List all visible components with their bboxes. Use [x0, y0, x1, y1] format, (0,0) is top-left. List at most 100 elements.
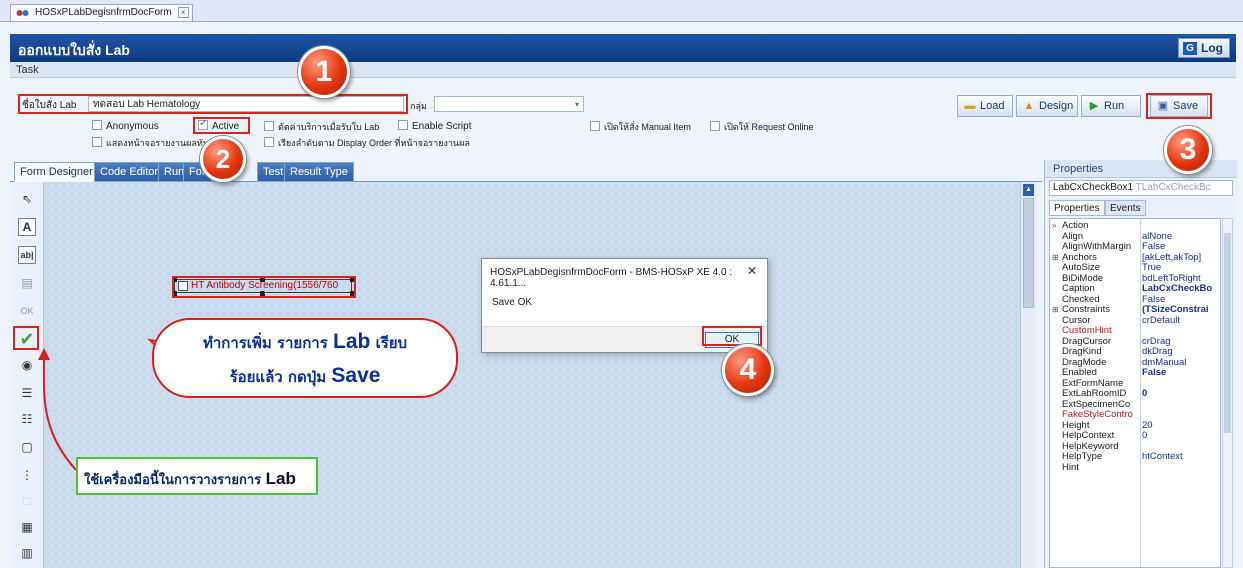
run-button[interactable]: ▶ Run — [1081, 95, 1141, 117]
property-value[interactable]: LabCxCheckBo — [1142, 284, 1220, 295]
scroll-up-icon[interactable]: ▲ — [1023, 184, 1034, 196]
show-report-checkbox[interactable]: แสดงหน้าจอรายงานผลทันที — [92, 136, 215, 150]
property-value[interactable]: 0 — [1142, 389, 1220, 400]
canvas-scrollbar[interactable]: ▲ — [1020, 182, 1036, 568]
property-name: Cursor — [1062, 315, 1091, 326]
property-row[interactable]: BiDiMode bdLeftToRight — [1050, 274, 1220, 285]
property-grid-scrollbar[interactable] — [1222, 218, 1233, 568]
property-value[interactable]: False — [1142, 368, 1220, 379]
design-icon: ▲ — [1023, 100, 1035, 112]
group-select[interactable]: ▾ — [434, 96, 584, 112]
property-row[interactable]: Align alNone — [1050, 232, 1220, 243]
radio-tool-icon[interactable]: ◉ — [18, 356, 36, 374]
edit-tool-icon[interactable]: ab| — [18, 246, 36, 264]
property-value[interactable]: False — [1142, 242, 1220, 253]
checkbox-label: เรียงลำดับตาม Display Order ที่หน้าจอราย… — [278, 138, 470, 148]
expand-icon[interactable]: ⊞ — [1052, 253, 1060, 264]
anonymous-checkbox[interactable]: Anonymous — [92, 120, 159, 132]
property-grid[interactable]: » Action Align alNone AlignWithMargin False ⊞ A… — [1049, 218, 1221, 568]
property-value[interactable]: dkDrag — [1142, 347, 1220, 358]
enable-script-checkbox[interactable]: Enable Script — [398, 120, 471, 132]
expand-icon[interactable]: » — [1052, 221, 1060, 232]
tab-properties[interactable]: Properties — [1049, 200, 1105, 216]
request-online-checkbox[interactable]: เปิดให้ Request Online — [710, 120, 814, 134]
tab-events[interactable]: Events — [1105, 200, 1146, 216]
property-name: Action — [1062, 221, 1089, 231]
display-order-checkbox[interactable]: เรียงลำดับตาม Display Order ที่หน้าจอราย… — [264, 136, 470, 150]
property-row[interactable]: ⊞ Constraints (TSizeConstrai — [1050, 305, 1220, 316]
property-row[interactable]: DragMode dmManual — [1050, 358, 1220, 369]
property-value[interactable]: crDrag — [1142, 337, 1220, 348]
document-tab[interactable]: HOSxPLabDegisnfrmDocForm × — [10, 4, 193, 21]
close-tab-icon[interactable]: × — [177, 7, 189, 18]
property-value[interactable]: alNone — [1142, 232, 1220, 243]
property-value[interactable]: dmManual — [1142, 358, 1220, 369]
tab-form-designer[interactable]: Form Designer — [14, 162, 99, 182]
property-row[interactable]: Cursor crDefault — [1050, 315, 1220, 327]
tab-result-type[interactable]: Result Type — [284, 162, 354, 182]
property-row[interactable]: Hint — [1050, 463, 1220, 474]
scroll-thumb[interactable] — [1023, 198, 1034, 308]
property-row[interactable]: AutoSize True — [1050, 263, 1220, 274]
label-tool-icon[interactable]: A — [18, 218, 36, 236]
property-value[interactable]: htContext — [1142, 452, 1220, 463]
property-name: DragCursor — [1062, 336, 1112, 347]
property-row[interactable]: FakeStyleContro — [1050, 410, 1220, 421]
tool-note: ใช้เครื่องมือนี้ในการวางรายการ Lab — [76, 457, 318, 495]
close-icon[interactable]: ✕ — [747, 264, 757, 278]
pointer-icon[interactable]: ⇖ — [18, 190, 36, 208]
property-value[interactable]: 0 — [1142, 431, 1220, 442]
property-row[interactable]: HelpKeyword — [1050, 442, 1220, 453]
property-name: AutoSize — [1062, 263, 1101, 273]
load-button[interactable]: ▬ Load — [957, 95, 1013, 117]
property-row[interactable]: » Action — [1050, 221, 1220, 232]
property-row[interactable]: Checked False — [1050, 295, 1220, 306]
property-row[interactable]: ExtFormName — [1050, 379, 1220, 390]
property-row[interactable]: AlignWithMargin False — [1050, 242, 1220, 253]
grid-tool-icon[interactable]: ▦ — [18, 518, 36, 536]
property-row[interactable]: ExtLabRoomID 0 — [1050, 389, 1220, 400]
panel-tool-icon[interactable]: ▢ — [18, 438, 36, 456]
property-row[interactable]: DragCursor crDrag — [1050, 336, 1220, 348]
log-icon: G — [1183, 42, 1197, 55]
property-value[interactable]: bdLeftToRight — [1142, 274, 1220, 285]
callout-lab-word: Lab — [333, 330, 371, 353]
property-row[interactable]: HelpType htContext — [1050, 452, 1220, 463]
property-value[interactable]: [akLeft,akTop] — [1142, 253, 1220, 264]
property-value[interactable]: False — [1142, 295, 1220, 306]
image-tool-icon[interactable]: □ — [18, 492, 36, 510]
property-row[interactable]: CustomHint — [1050, 326, 1220, 337]
scroll-thumb[interactable] — [1224, 233, 1231, 433]
checkbox-label: เปิดให้ Request Online — [724, 122, 814, 132]
group-tool-icon[interactable]: ⋮ — [18, 466, 36, 484]
tool-note-prefix: ใช้เครื่องมือนี้ในการวางรายการ — [84, 473, 266, 488]
property-value[interactable]: (TSizeConstrai — [1142, 305, 1220, 316]
task-bar: Task — [10, 62, 1236, 78]
property-value[interactable]: 20 — [1142, 421, 1220, 432]
property-row[interactable]: ExtSpecimenCo — [1050, 400, 1220, 411]
listbox-tool-icon[interactable]: ☰ — [18, 384, 36, 402]
property-row[interactable]: Caption LabCxCheckBo — [1050, 284, 1220, 295]
property-value[interactable]: True — [1142, 263, 1220, 274]
tool-note-lab-word: Lab — [265, 469, 296, 488]
manual-item-checkbox[interactable]: เปิดให้สั่ง Manual Item — [590, 120, 691, 134]
memo-tool-icon[interactable]: ▤ — [18, 274, 36, 292]
combobox-tool-icon[interactable]: ☷ — [18, 410, 36, 428]
group-label: กลุ่ม — [410, 101, 427, 111]
component-selector[interactable]: LabCxCheckBox1 TLabCxCheckBc — [1049, 180, 1233, 196]
property-row[interactable]: Height 20 — [1050, 421, 1220, 432]
property-row[interactable]: ⊞ Anchors [akLeft,akTop] — [1050, 253, 1220, 264]
property-name: ExtLabRoomID — [1062, 389, 1127, 399]
log-button[interactable]: G Log — [1178, 38, 1230, 58]
property-value[interactable]: crDefault — [1142, 316, 1220, 327]
button-tool-icon[interactable]: OK — [18, 302, 36, 320]
expand-icon[interactable]: ⊞ — [1052, 305, 1060, 316]
property-row[interactable]: HelpContext 0 — [1050, 431, 1220, 442]
design-button[interactable]: ▲ Design — [1016, 95, 1078, 117]
callout-line-2-prefix: ร้อยแล้ว กดปุ่ม — [229, 368, 332, 386]
calendar-tool-icon[interactable]: ▥ — [18, 544, 36, 562]
tab-code-editor[interactable]: Code Editor — [94, 162, 165, 182]
property-row[interactable]: Enabled False — [1050, 368, 1220, 379]
property-row[interactable]: DragKind dkDrag — [1050, 347, 1220, 358]
charge-on-receive-checkbox[interactable]: ตัดค่าบริการเมื่อรับใบ Lab — [264, 120, 379, 134]
